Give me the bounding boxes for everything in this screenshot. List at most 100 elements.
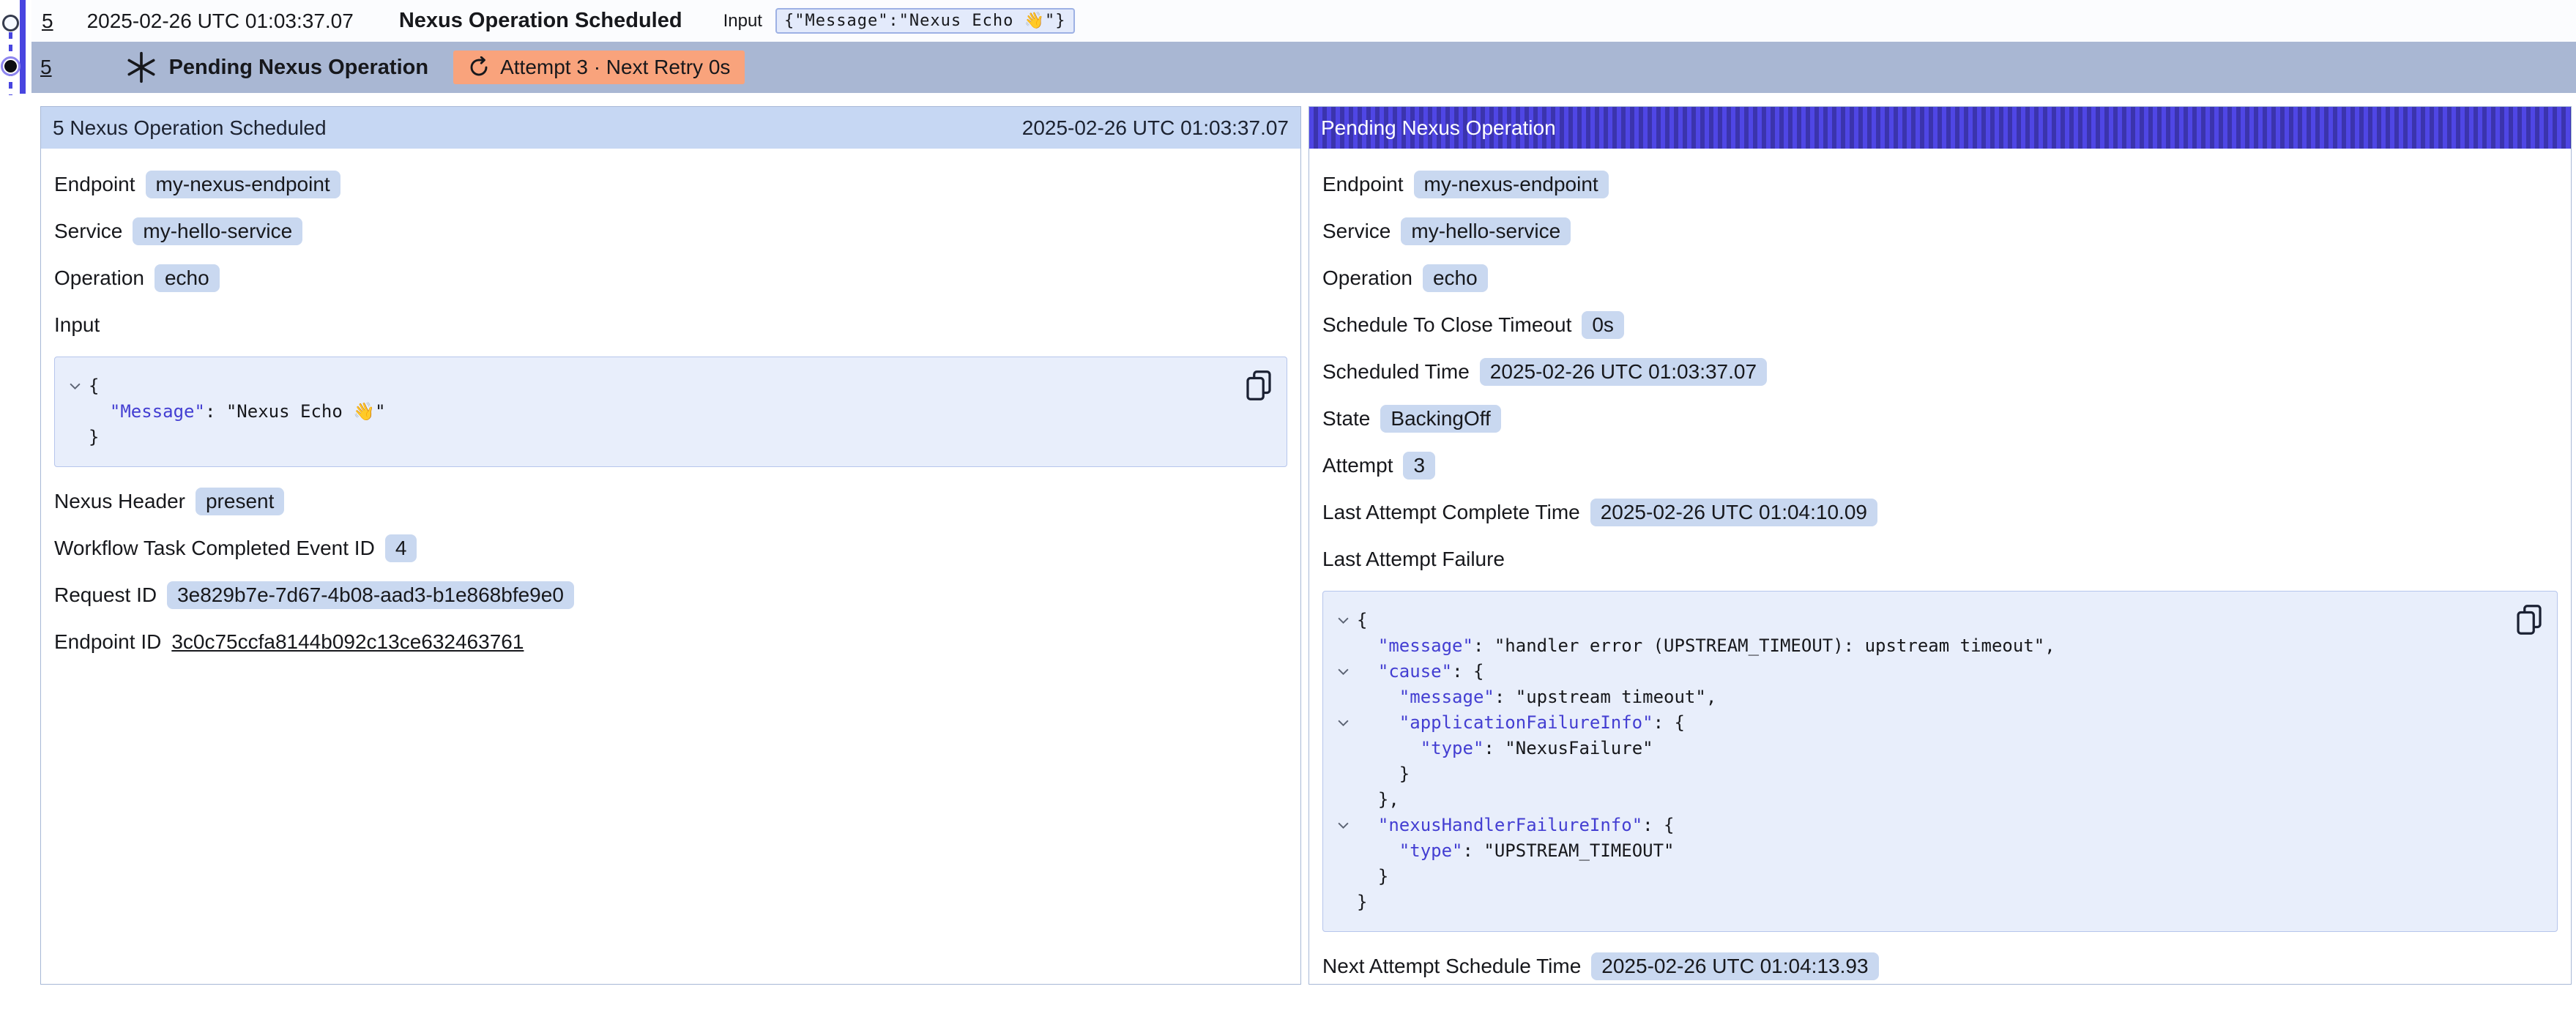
field-operation: Operation echo: [1322, 263, 2558, 294]
chevron-down-icon[interactable]: [1329, 710, 1357, 736]
code-line-text: "type": "NexusFailure": [1357, 736, 1653, 761]
code-line: {: [1329, 608, 2506, 633]
code-line-text: "message": "upstream timeout",: [1357, 684, 1716, 710]
chevron-spacer: [61, 399, 89, 425]
chevron-down-icon[interactable]: [61, 373, 89, 399]
code-line-text: }: [89, 425, 99, 450]
field-value-chip: 2025-02-26 UTC 01:04:10.09: [1590, 499, 1877, 526]
field-state: StateBackingOff: [1322, 403, 2558, 434]
field-label: Nexus Header: [54, 490, 185, 513]
event-detail-panel: 5 Nexus Operation Scheduled 2025-02-26 U…: [40, 106, 1301, 985]
event-detail-header-timestamp: 2025-02-26 UTC 01:03:37.07: [1022, 116, 1289, 140]
code-line-text: "nexusHandlerFailureInfo": {: [1357, 813, 1675, 838]
field-service: Service my-hello-service: [1322, 216, 2558, 247]
copy-icon[interactable]: [1244, 369, 1273, 401]
field-attempt: Attempt 3: [1322, 450, 2558, 481]
field-label: Service: [1322, 220, 1391, 243]
chevron-spacer: [1329, 889, 1357, 915]
field-value-chip: my-hello-service: [1401, 217, 1571, 245]
pending-event-title: Pending Nexus Operation: [169, 56, 429, 80]
field-value-chip: 3e829b7e-7d67-4b08-aad3-b1e868bfe9e0: [167, 581, 574, 609]
field-label: Endpoint: [1322, 173, 1404, 196]
field-value-chip: my-nexus-endpoint: [1414, 171, 1609, 198]
copy-icon[interactable]: [2514, 603, 2544, 635]
chevron-spacer: [1329, 684, 1357, 710]
endpoint-id-link[interactable]: 3c0c75ccfa8144b092c13ce632463761: [171, 630, 524, 654]
code-line: "applicationFailureInfo": {: [1329, 710, 2506, 736]
chevron-down-icon[interactable]: [1329, 813, 1357, 838]
chevron-spacer: [1329, 761, 1357, 787]
field-next-attempt-schedule-time: Next Attempt Schedule Time2025-02-26 UTC…: [1322, 951, 2558, 982]
field-value-chip: echo: [155, 264, 220, 292]
field-label: Request ID: [54, 583, 157, 607]
last-attempt-failure-code-block: { "message": "handler error (UPSTREAM_TI…: [1322, 591, 2558, 932]
input-code-block: { "Message": "Nexus Echo 👋"}: [54, 357, 1287, 467]
retry-badge-text: Attempt 3 · Next Retry 0s: [500, 56, 730, 79]
active-event-indicator-bar: [20, 0, 26, 94]
code-line-text: "type": "UPSTREAM_TIMEOUT": [1357, 838, 1674, 864]
event-input-label: Input: [723, 11, 762, 31]
chevron-spacer: [1329, 736, 1357, 761]
chevron-down-icon[interactable]: [1329, 608, 1357, 633]
chevron-down-icon[interactable]: [1329, 659, 1357, 684]
field-nexus-header: Nexus Header present: [54, 486, 1287, 517]
field-label: Last Attempt Failure: [1322, 548, 1505, 571]
code-line-text: },: [1357, 787, 1399, 813]
field-value-chip: 3: [1403, 452, 1435, 480]
field-value-chip: 2025-02-26 UTC 01:03:37.07: [1480, 358, 1767, 386]
field-value-chip: 0s: [1582, 311, 1624, 339]
chevron-spacer: [1329, 633, 1357, 659]
pending-operation-panel: Pending Nexus Operation Endpoint my-nexus…: [1309, 106, 2572, 985]
pending-event-id-link[interactable]: 5: [40, 56, 52, 79]
event-timestamp: 2025-02-26 UTC 01:03:37.07: [87, 10, 354, 33]
code-line-text: {: [1357, 608, 1367, 633]
code-line-text: }: [1357, 889, 1367, 915]
code-line: "type": "UPSTREAM_TIMEOUT": [1329, 838, 2506, 864]
field-endpoint-id: Endpoint ID 3c0c75ccfa8144b092c13ce632463…: [54, 627, 1287, 657]
field-operation: Operation echo: [54, 263, 1287, 294]
asterisk-icon: [125, 51, 157, 83]
code-line-text: "Message": "Nexus Echo 👋": [89, 399, 386, 425]
code-line: }: [1329, 761, 2506, 787]
field-scheduled-time: Scheduled Time 2025-02-26 UTC 01:03:37.07: [1322, 357, 2558, 387]
chevron-spacer: [1329, 838, 1357, 864]
field-value-chip: echo: [1423, 264, 1488, 292]
field-label: Endpoint ID: [54, 630, 161, 654]
event-row-pending-nexus-operation[interactable]: 5 Pending Nexus Operation Attempt 3 · Ne…: [31, 42, 2576, 93]
field-service: Servicemy-hello-service: [54, 216, 1287, 247]
chevron-spacer: [1329, 864, 1357, 889]
pending-operation-header-title: Pending Nexus Operation: [1321, 116, 1556, 140]
field-workflow-task-completed-event-id: Workflow Task Completed Event ID4: [54, 533, 1287, 564]
field-label: Operation: [54, 266, 144, 290]
code-line: "cause": {: [1329, 659, 2506, 684]
code-line: {: [61, 373, 1235, 399]
field-label: Attempt: [1322, 454, 1393, 477]
field-last-attempt-complete-time: Last Attempt Complete Time 2025-02-26 UTC…: [1322, 497, 2558, 528]
timeline-filled-dot-marker: [1, 56, 21, 76]
code-line-text: }: [1357, 761, 1410, 787]
code-line: "message": "upstream timeout",: [1329, 684, 2506, 710]
code-line: "type": "NexusFailure": [1329, 736, 2506, 761]
field-label: Workflow Task Completed Event ID: [54, 537, 375, 560]
field-endpoint: Endpoint my-nexus-endpoint: [1322, 169, 2558, 200]
code-line-text: "applicationFailureInfo": {: [1357, 710, 1685, 736]
event-detail-header: 5 Nexus Operation Scheduled 2025-02-26 U…: [41, 107, 1300, 149]
field-value-chip: 2025-02-26 UTC 01:04:13.93: [1591, 952, 1878, 980]
code-line-text: "cause": {: [1357, 659, 1484, 684]
event-row-nexus-operation-scheduled[interactable]: 5 2025-02-26 UTC 01:03:37.07 Nexus Opera…: [31, 0, 2576, 42]
code-line: "message": "handler error (UPSTREAM_TIME…: [1329, 633, 2506, 659]
field-label: Last Attempt Complete Time: [1322, 501, 1580, 524]
field-value-chip: my-nexus-endpoint: [146, 171, 340, 198]
code-line: "Message": "Nexus Echo 👋": [61, 399, 1235, 425]
code-line: "nexusHandlerFailureInfo": {: [1329, 813, 2506, 838]
code-line-text: {: [89, 373, 99, 399]
pending-operation-header: Pending Nexus Operation: [1309, 107, 2571, 149]
field-value-chip: BackingOff: [1380, 405, 1500, 433]
event-id-link[interactable]: 5: [42, 10, 53, 33]
field-label: Scheduled Time: [1322, 360, 1470, 384]
event-input-preview-chip: {"Message":"Nexus Echo 👋"}: [775, 8, 1075, 34]
field-label: Operation: [1322, 266, 1412, 290]
field-label: Schedule To Close Timeout: [1322, 313, 1571, 337]
field-value-chip: my-hello-service: [133, 217, 302, 245]
field-value-chip: present: [196, 488, 284, 515]
